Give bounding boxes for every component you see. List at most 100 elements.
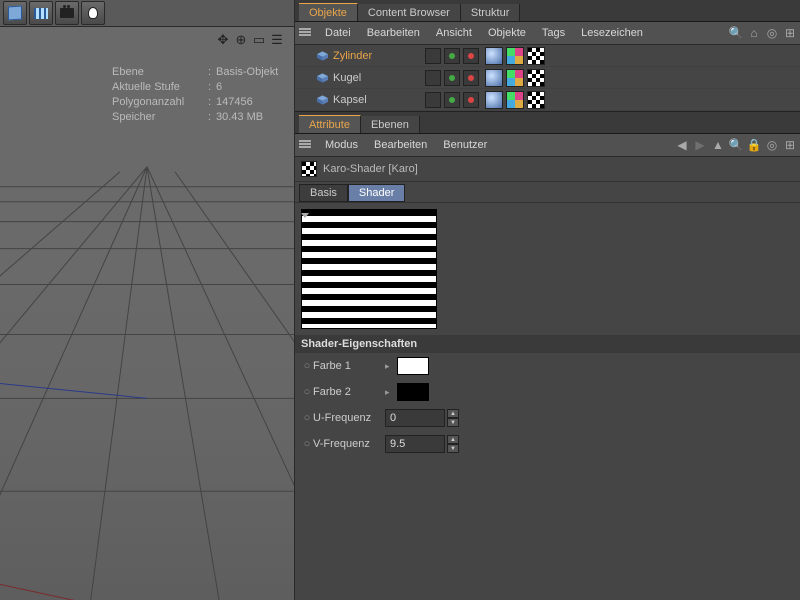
tab-struktur[interactable]: Struktur xyxy=(461,4,521,21)
primitive-icon xyxy=(315,93,329,107)
layer-flag[interactable] xyxy=(425,70,441,86)
visibility-render-flag[interactable] xyxy=(463,92,479,108)
object-row-zylinder[interactable]: Zylinder xyxy=(295,45,800,67)
prop-options-icon[interactable]: ▸ xyxy=(385,387,393,398)
prop-options-icon[interactable]: ▸ xyxy=(385,361,393,372)
tag-material[interactable] xyxy=(506,69,524,87)
tag-phong[interactable] xyxy=(485,91,503,109)
visibility-editor-flag[interactable] xyxy=(444,48,460,64)
menu-modus[interactable]: Modus xyxy=(325,139,358,151)
v-frequenz-input[interactable] xyxy=(385,435,445,453)
primitive-cube-button[interactable] xyxy=(3,1,27,25)
object-name[interactable]: Kugel xyxy=(333,72,425,84)
search-icon[interactable]: 🔍 xyxy=(730,27,742,39)
attribute-subtabs: Basis Shader xyxy=(295,182,800,203)
search-icon[interactable]: 🔍 xyxy=(730,139,742,151)
tab-content-browser[interactable]: Content Browser xyxy=(358,4,461,21)
object-tree: Zylinder Kugel xyxy=(295,45,800,112)
shader-title-row: Karo-Shader [Karo] xyxy=(295,157,800,182)
u-frequenz-spinner[interactable]: ▲▼ xyxy=(447,409,459,427)
list-options-icon[interactable] xyxy=(299,140,311,150)
attribute-panel: Karo-Shader [Karo] Basis Shader Shader-E… xyxy=(295,157,800,600)
subtab-basis[interactable]: Basis xyxy=(299,184,348,202)
expand-icon[interactable]: ⊞ xyxy=(784,139,796,151)
z-axis-line xyxy=(0,378,147,398)
visibility-editor-flag[interactable] xyxy=(444,92,460,108)
target-overlay-icon[interactable]: ⊕ xyxy=(234,33,248,47)
viewport[interactable]: ✥ ⊕ ▭ ☰ Ebene:Basis-Objekt Aktuelle Stuf… xyxy=(0,27,294,600)
prop-label: U-Frequenz xyxy=(313,412,385,424)
primitive-icon xyxy=(315,49,329,63)
grid-icon xyxy=(34,8,48,19)
menu-objekte[interactable]: Objekte xyxy=(488,27,526,39)
home-icon[interactable]: ⌂ xyxy=(748,27,760,39)
move-overlay-icon[interactable]: ✥ xyxy=(216,33,230,47)
menu-tags[interactable]: Tags xyxy=(542,27,565,39)
attribute-manager-menubar: Modus Bearbeiten Benutzer ◀ ▶ ▲ 🔍 🔒 ◎ ⊞ xyxy=(295,134,800,157)
tag-material[interactable] xyxy=(506,91,524,109)
layer-flag[interactable] xyxy=(425,92,441,108)
tab-attribute[interactable]: Attribute xyxy=(299,115,361,133)
menu-bearbeiten[interactable]: Bearbeiten xyxy=(367,27,420,39)
prop-label: Farbe 2 xyxy=(313,386,385,398)
expand-icon[interactable]: ⊞ xyxy=(784,27,796,39)
tab-ebenen[interactable]: Ebenen xyxy=(361,116,420,133)
prop-u-frequenz: ○ U-Frequenz ▲▼ xyxy=(295,405,800,431)
menu-lesezeichen[interactable]: Lesezeichen xyxy=(581,27,643,39)
object-manager-tabs: Objekte Content Browser Struktur xyxy=(295,0,800,22)
u-frequenz-input[interactable] xyxy=(385,409,445,427)
prop-label: Farbe 1 xyxy=(313,360,385,372)
prop-farbe2: ○ Farbe 2 ▸ xyxy=(295,379,800,405)
frame-overlay-icon[interactable]: ▭ xyxy=(252,33,266,47)
target-icon[interactable]: ◎ xyxy=(766,27,778,39)
menu-datei[interactable]: Datei xyxy=(325,27,351,39)
tag-checker[interactable] xyxy=(527,69,545,87)
tab-objekte[interactable]: Objekte xyxy=(299,3,358,21)
tag-phong[interactable] xyxy=(485,47,503,65)
checker-shader-icon xyxy=(301,161,317,177)
nav-forward-icon[interactable]: ▶ xyxy=(694,139,706,151)
tag-checker[interactable] xyxy=(527,91,545,109)
camera-icon xyxy=(60,8,74,18)
nav-back-icon[interactable]: ◀ xyxy=(676,139,688,151)
attribute-manager-tabs: Attribute Ebenen xyxy=(295,112,800,134)
viewport-overlay: ✥ ⊕ ▭ ☰ xyxy=(216,33,284,47)
section-header-shader-eigenschaften: Shader-Eigenschaften xyxy=(295,335,800,353)
v-frequenz-spinner[interactable]: ▲▼ xyxy=(447,435,459,453)
menu-benutzer[interactable]: Benutzer xyxy=(443,139,487,151)
light-button[interactable] xyxy=(81,1,105,25)
tag-checker[interactable] xyxy=(527,47,545,65)
object-manager-menubar: Datei Bearbeiten Ansicht Objekte Tags Le… xyxy=(295,22,800,45)
grid-display-button[interactable] xyxy=(29,1,53,25)
prop-farbe1: ○ Farbe 1 ▸ xyxy=(295,353,800,379)
layer-flag[interactable] xyxy=(425,48,441,64)
visibility-render-flag[interactable] xyxy=(463,48,479,64)
object-row-kugel[interactable]: Kugel xyxy=(295,67,800,89)
list-options-icon[interactable] xyxy=(299,28,311,38)
left-toolbar xyxy=(0,0,294,27)
visibility-render-flag[interactable] xyxy=(463,70,479,86)
farbe1-swatch[interactable] xyxy=(397,357,429,375)
shader-preview[interactable] xyxy=(301,209,437,329)
target-icon[interactable]: ◎ xyxy=(766,139,778,151)
menu-overlay-icon[interactable]: ☰ xyxy=(270,33,284,47)
section-collapse-icon[interactable] xyxy=(301,213,309,218)
tag-phong[interactable] xyxy=(485,69,503,87)
lock-icon[interactable]: 🔒 xyxy=(748,139,760,151)
object-name[interactable]: Kapsel xyxy=(333,94,425,106)
farbe2-swatch[interactable] xyxy=(397,383,429,401)
nav-up-icon[interactable]: ▲ xyxy=(712,139,724,151)
viewport-info-hud: Ebene:Basis-Objekt Aktuelle Stufe:6 Poly… xyxy=(112,65,286,125)
menu-ansicht[interactable]: Ansicht xyxy=(436,27,472,39)
object-name[interactable]: Zylinder xyxy=(333,50,425,62)
primitive-icon xyxy=(315,71,329,85)
visibility-editor-flag[interactable] xyxy=(444,70,460,86)
shader-title: Karo-Shader [Karo] xyxy=(323,163,418,175)
prop-v-frequenz: ○ V-Frequenz ▲▼ xyxy=(295,431,800,457)
subtab-shader[interactable]: Shader xyxy=(348,184,405,202)
tag-material[interactable] xyxy=(506,47,524,65)
prop-label: V-Frequenz xyxy=(313,438,385,450)
object-row-kapsel[interactable]: Kapsel xyxy=(295,89,800,111)
menu-bearbeiten-attr[interactable]: Bearbeiten xyxy=(374,139,427,151)
camera-button[interactable] xyxy=(55,1,79,25)
